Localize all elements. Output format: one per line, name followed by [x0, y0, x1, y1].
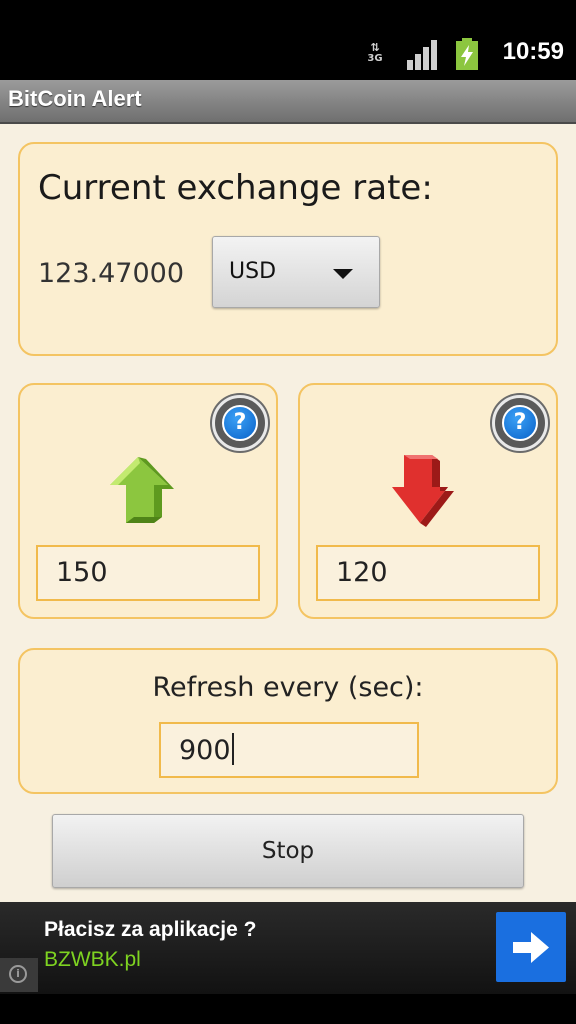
stop-button[interactable]: Stop: [52, 814, 524, 888]
ad-banner[interactable]: Płacisz za aplikacje ? BZWBK.pl i: [0, 902, 576, 994]
app-title-bar: BitCoin Alert: [0, 80, 576, 124]
exchange-rate-heading: Current exchange rate:: [38, 168, 433, 208]
refresh-panel: Refresh every (sec): 900: [18, 648, 558, 794]
currency-dropdown[interactable]: USD: [212, 236, 380, 308]
bottom-strip: [0, 994, 576, 1024]
chevron-down-icon: [333, 269, 353, 279]
ad-go-button[interactable]: [496, 912, 566, 982]
status-bar: ⇅ 3G 10:59: [0, 0, 576, 80]
battery-charging-icon: [456, 38, 478, 70]
ad-title: Płacisz za aplikacje ?: [44, 918, 257, 941]
arrow-right-icon: [513, 932, 549, 963]
help-icon[interactable]: ?: [492, 395, 548, 451]
info-icon[interactable]: i: [0, 958, 38, 992]
refresh-interval-input[interactable]: 900: [159, 722, 419, 778]
exchange-rate-value: 123.47000: [38, 258, 185, 289]
green-up-arrow-icon: [110, 457, 174, 523]
info-icon-label: i: [9, 965, 27, 983]
app-title: BitCoin Alert: [8, 86, 142, 111]
lower-alert-panel: ? 120: [298, 383, 558, 619]
main-content: Current exchange rate: 123.47000 USD ? 1…: [0, 124, 576, 902]
status-clock: 10:59: [502, 38, 564, 65]
lower-threshold-value: 120: [336, 557, 388, 588]
help-question-label: ?: [222, 405, 258, 441]
network-3g-icon: ⇅ 3G: [367, 41, 383, 64]
upper-alert-panel: ? 150: [18, 383, 278, 619]
signal-strength-icon: [407, 40, 437, 70]
refresh-interval-value: 900: [179, 733, 234, 766]
text-cursor: [231, 733, 234, 765]
red-down-arrow-icon: [392, 455, 454, 527]
lower-threshold-input[interactable]: 120: [316, 545, 540, 601]
currency-selected-value: USD: [229, 259, 277, 284]
help-question-label: ?: [502, 405, 538, 441]
ad-url: BZWBK.pl: [44, 948, 141, 971]
refresh-interval-label: Refresh every (sec):: [152, 672, 424, 703]
upper-threshold-input[interactable]: 150: [36, 545, 260, 601]
exchange-rate-panel: Current exchange rate: 123.47000 USD: [18, 142, 558, 356]
help-icon[interactable]: ?: [212, 395, 268, 451]
upper-threshold-value: 150: [56, 557, 108, 588]
